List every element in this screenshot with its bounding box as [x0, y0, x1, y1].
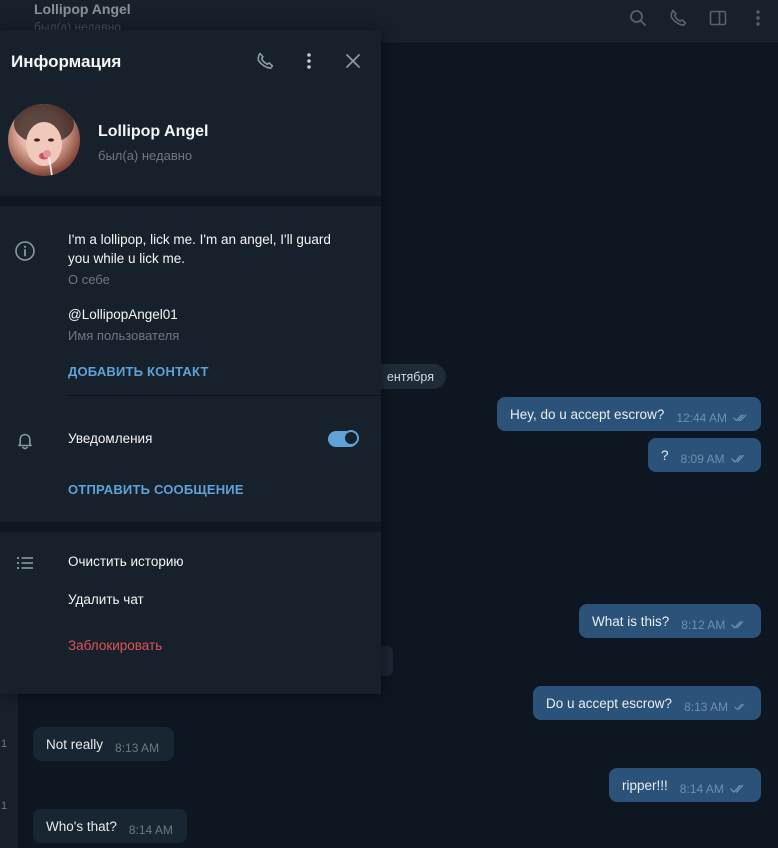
- message-incoming[interactable]: Not really 8:13 AM: [33, 727, 174, 761]
- profile-name: Lollipop Angel: [98, 123, 209, 140]
- message-time: 8:14 AM: [679, 782, 724, 796]
- message-time: 12:44 AM: [676, 411, 728, 425]
- user-info-panel: Информация Lollipop Angel был(а) недавно…: [0, 30, 381, 694]
- read-checks-icon: [733, 414, 747, 422]
- chat-list-mark: 1: [1, 800, 8, 812]
- notifications-label: Уведомления: [68, 431, 153, 446]
- send-message-button[interactable]: ОТПРАВИТЬ СООБЩЕНИЕ: [68, 482, 244, 497]
- about-text-line2: you while u lick me.: [68, 251, 186, 266]
- message-text: ?: [661, 447, 669, 463]
- panel-title: Информация: [11, 52, 122, 71]
- sidebar-icon[interactable]: [698, 0, 738, 36]
- more-vertical-icon[interactable]: [294, 46, 324, 76]
- message-incoming[interactable]: Who's that? 8:14 AM: [33, 809, 187, 843]
- message-outgoing[interactable]: Do u accept escrow? 8:13 AM: [533, 686, 761, 720]
- message-outgoing[interactable]: What is this? 8:12 AM: [579, 604, 761, 638]
- telegram-window: 1 1 Lollipop Angel был(а) недавно ентябр…: [0, 0, 778, 848]
- notifications-section: Уведомления ОТПРАВИТЬ СООБЩЕНИЕ: [0, 406, 381, 522]
- message-text: Who's that?: [46, 818, 117, 834]
- message-text: Hey, do u accept escrow?: [510, 406, 665, 422]
- username-value[interactable]: @LollipopAngel01: [68, 307, 178, 322]
- separator-line: [68, 395, 381, 396]
- avatar[interactable]: [8, 104, 80, 176]
- close-icon[interactable]: [338, 46, 368, 76]
- message-time: 8:14 AM: [128, 823, 173, 837]
- message-time: 8:13 AM: [684, 700, 729, 714]
- chat-title[interactable]: Lollipop Angel: [34, 1, 131, 17]
- message-time: 8:12 AM: [681, 618, 726, 632]
- read-checks-icon: [730, 454, 744, 463]
- bell-icon: [14, 430, 36, 452]
- message-time: 8:13 AM: [115, 741, 160, 755]
- message-text: Not really: [46, 736, 104, 752]
- read-checks-icon: [730, 784, 744, 794]
- read-checks-icon: [734, 703, 745, 711]
- clear-history-button[interactable]: Очистить историю: [68, 554, 184, 569]
- username-label: Имя пользователя: [68, 328, 180, 343]
- message-text: Do u accept escrow?: [546, 695, 673, 711]
- notifications-toggle[interactable]: [328, 430, 359, 447]
- info-icon: [14, 240, 36, 262]
- search-icon[interactable]: [618, 0, 658, 36]
- message-text: ripper!!!: [622, 777, 668, 793]
- message-outgoing[interactable]: ripper!!! 8:14 AM: [609, 768, 761, 802]
- read-checks-icon: [731, 621, 744, 629]
- actions-section: Очистить историю Удалить чат Заблокирова…: [0, 532, 381, 702]
- phone-icon[interactable]: [658, 0, 698, 36]
- block-user-button[interactable]: Заблокировать: [68, 638, 162, 653]
- message-text: What is this?: [592, 613, 670, 629]
- about-text-line1: I'm a lollipop, lick me. I'm an angel, I…: [68, 232, 331, 247]
- message-time: 8:09 AM: [680, 452, 725, 466]
- profile-section: Lollipop Angel был(а) недавно: [0, 92, 381, 196]
- delete-chat-button[interactable]: Удалить чат: [68, 592, 144, 607]
- message-outgoing[interactable]: Hey, do u accept escrow? 12:44 AM: [497, 397, 761, 431]
- about-label: О себе: [68, 272, 110, 287]
- info-section: I'm a lollipop, lick me. I'm an angel, I…: [0, 206, 381, 406]
- panel-header: Информация: [0, 30, 381, 92]
- profile-status: был(а) недавно: [98, 148, 193, 163]
- message-outgoing[interactable]: ? 8:09 AM: [648, 438, 761, 472]
- add-contact-button[interactable]: ДОБАВИТЬ КОНТАКТ: [68, 364, 209, 379]
- phone-icon[interactable]: [250, 46, 280, 76]
- chat-list-mark: 1: [1, 738, 8, 750]
- list-icon: [14, 552, 36, 574]
- section-divider: [0, 522, 381, 532]
- toggle-knob: [343, 430, 359, 446]
- more-vertical-icon[interactable]: [738, 0, 778, 36]
- section-divider: [0, 196, 381, 206]
